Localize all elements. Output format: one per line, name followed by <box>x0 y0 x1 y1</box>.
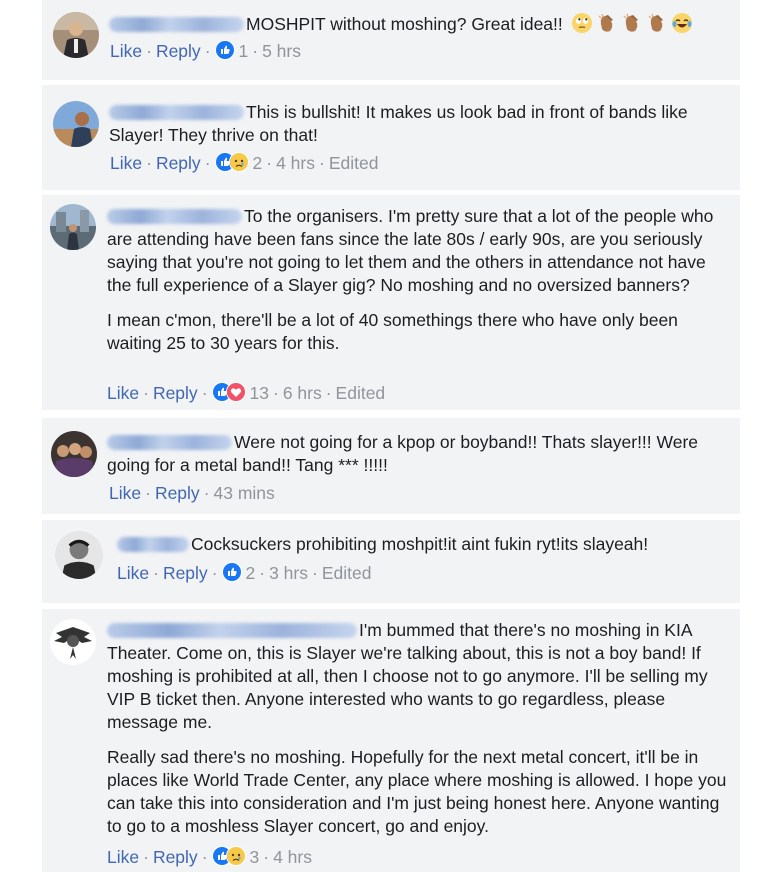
comment-text: To the organisers. I'm pretty sure that … <box>107 205 719 355</box>
comment-actions: Like · Reply · 2 · 3 hrs · Edited <box>117 562 372 584</box>
like-button[interactable]: Like <box>109 483 141 503</box>
reaction-count[interactable]: 2 <box>246 563 256 583</box>
reaction-count[interactable]: 1 <box>239 41 249 61</box>
comment-text: Cocksuckers prohibiting moshpit!it aint … <box>117 533 737 556</box>
comment-body: Really sad there's no moshing. Hopefully… <box>107 747 727 836</box>
like-button[interactable]: Like <box>110 153 142 173</box>
clapping-hands-emoji <box>621 12 643 34</box>
reaction-icons[interactable] <box>211 846 246 868</box>
reaction-icons[interactable] <box>214 152 249 174</box>
comment: Were not going for a kpop or boyband!! T… <box>0 418 758 514</box>
reaction-count[interactable]: 3 <box>250 847 260 867</box>
comment-actions: Like · Reply · 1 · 5 hrs <box>110 40 301 62</box>
like-reaction-icon <box>214 40 235 60</box>
avatar[interactable] <box>53 101 99 147</box>
comment: Cocksuckers prohibiting moshpit!it aint … <box>0 520 758 603</box>
timestamp[interactable]: 5 hrs <box>262 41 301 61</box>
like-button[interactable]: Like <box>107 383 139 403</box>
commenter-name[interactable] <box>109 105 244 120</box>
avatar[interactable] <box>51 431 97 477</box>
timestamp[interactable]: 4 hrs <box>276 153 315 173</box>
tears-of-joy-emoji <box>671 12 693 34</box>
comment: I'm bummed that there's no moshing in KI… <box>0 609 758 872</box>
reply-button[interactable]: Reply <box>163 563 208 583</box>
like-button[interactable]: Like <box>110 41 142 61</box>
reaction-icons[interactable] <box>211 382 246 404</box>
commenter-name[interactable] <box>117 537 189 552</box>
reply-button[interactable]: Reply <box>155 483 200 503</box>
like-button[interactable]: Like <box>117 563 149 583</box>
reply-button[interactable]: Reply <box>153 847 198 867</box>
comment-actions: Like · Reply · 43 mins <box>109 483 275 503</box>
eye-roll-emoji <box>571 12 593 34</box>
avatar[interactable] <box>50 619 96 665</box>
comment-actions: Like · Reply · 13 · 6 hrs · Edited <box>107 382 386 404</box>
edited-label[interactable]: Edited <box>336 383 386 403</box>
commenter-name[interactable] <box>107 435 232 450</box>
comment: This is bullshit! It makes us look bad i… <box>0 85 758 190</box>
comment: To the organisers. I'm pretty sure that … <box>0 195 758 410</box>
timestamp[interactable]: 6 hrs <box>283 383 322 403</box>
reply-button[interactable]: Reply <box>156 153 201 173</box>
sad-reaction-icon <box>228 152 249 172</box>
timestamp[interactable]: 3 hrs <box>269 563 308 583</box>
comment-text: MOSHPIT without moshing? Great idea!! <box>109 12 739 36</box>
commenter-name[interactable] <box>109 17 244 32</box>
reaction-icons[interactable] <box>214 40 235 62</box>
clapping-hands-emoji <box>646 12 668 34</box>
comment-actions: Like · Reply · 2 · 4 hrs · Edited <box>110 152 379 174</box>
avatar[interactable] <box>50 204 96 250</box>
edited-label[interactable]: Edited <box>329 153 379 173</box>
edited-label[interactable]: Edited <box>322 563 372 583</box>
reaction-count[interactable]: 2 <box>253 153 263 173</box>
comment-text: I'm bummed that there's no moshing in KI… <box>107 619 729 838</box>
comment-text: Were not going for a kpop or boyband!! T… <box>107 431 737 477</box>
avatar[interactable] <box>55 531 103 579</box>
avatar[interactable] <box>53 12 99 58</box>
comment-actions: Like · Reply · 3 · 4 hrs <box>107 846 312 868</box>
timestamp[interactable]: 43 mins <box>214 483 275 503</box>
clapping-hands-emoji <box>596 12 618 34</box>
comment: MOSHPIT without moshing? Great idea!! Li… <box>0 0 758 80</box>
commenter-name[interactable] <box>107 623 357 638</box>
commenter-name[interactable] <box>107 209 242 224</box>
comment-body: Cocksuckers prohibiting moshpit!it aint … <box>191 534 649 554</box>
comment-body: I mean c'mon, there'll be a lot of 40 so… <box>107 310 678 353</box>
comment-body: MOSHPIT without moshing? Great idea!! <box>246 14 563 34</box>
love-reaction-icon <box>225 382 246 402</box>
like-reaction-icon <box>221 562 242 582</box>
reply-button[interactable]: Reply <box>153 383 198 403</box>
timestamp[interactable]: 4 hrs <box>273 847 312 867</box>
like-button[interactable]: Like <box>107 847 139 867</box>
reaction-count[interactable]: 13 <box>250 383 269 403</box>
comment-feed: MOSHPIT without moshing? Great idea!! Li… <box>0 0 758 872</box>
reply-button[interactable]: Reply <box>156 41 201 61</box>
reaction-icons[interactable] <box>221 562 242 584</box>
comment-text: This is bullshit! It makes us look bad i… <box>109 101 739 147</box>
sad-reaction-icon <box>225 846 246 866</box>
